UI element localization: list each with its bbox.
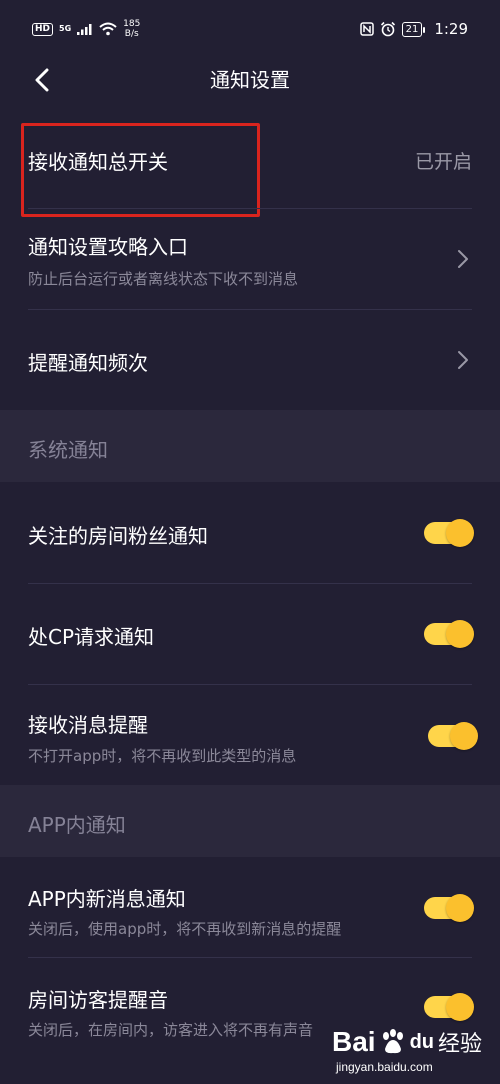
- status-bar: HD 5G 185 B/s 21 1:29: [0, 0, 500, 58]
- clock: 1:29: [434, 20, 468, 38]
- battery-icon: 21: [401, 21, 426, 37]
- baidu-watermark: Bai du 经验 jingyan.baidu.com: [332, 1022, 492, 1078]
- guide-row[interactable]: 通知设置攻略入口 防止后台运行或者离线状态下收不到消息: [0, 209, 500, 309]
- message-remind-toggle[interactable]: [428, 722, 478, 750]
- network-speed-value: 185: [123, 19, 141, 29]
- toggle-knob: [446, 519, 474, 547]
- guide-subtitle: 防止后台运行或者离线状态下收不到消息: [28, 270, 299, 288]
- message-remind-row: 接收消息提醒 不打开app时，将不再收到此类型的消息: [0, 685, 500, 785]
- status-right: 21 1:29: [359, 20, 468, 38]
- watermark-brand-cn: 经验: [438, 1032, 483, 1057]
- network-speed: 185 B/s: [123, 19, 140, 39]
- annotation-highlight-box: [21, 123, 260, 217]
- cp-request-title: 处CP请求通知: [28, 625, 155, 649]
- paw-icon: [378, 1027, 408, 1057]
- watermark-url: jingyan.baidu.com: [336, 1060, 433, 1074]
- status-left: HD 5G 185 B/s: [32, 19, 140, 39]
- hd-badge: HD: [32, 22, 54, 36]
- section-header-system: 系统通知: [0, 410, 500, 482]
- new-message-toggle[interactable]: [424, 894, 474, 922]
- nav-bar: 通知设置: [0, 58, 500, 102]
- new-message-title: APP内新消息通知: [28, 887, 186, 911]
- message-remind-title: 接收消息提醒: [28, 713, 148, 737]
- cp-request-toggle[interactable]: [424, 620, 474, 648]
- toggle-knob: [446, 993, 474, 1021]
- nfc-icon: [359, 22, 374, 36]
- wifi-icon: [99, 22, 117, 36]
- new-message-subtitle: 关闭后，使用app时，将不再收到新消息的提醒: [28, 920, 342, 938]
- toggle-knob: [446, 620, 474, 648]
- visitor-sound-subtitle: 关闭后，在房间内，访客进入将不再有声音: [28, 1021, 314, 1039]
- page-title: 通知设置: [210, 68, 290, 92]
- new-message-row: APP内新消息通知 关闭后，使用app时，将不再收到新消息的提醒: [0, 857, 500, 957]
- frequency-title: 提醒通知频次: [28, 351, 148, 375]
- section-label-system: 系统通知: [28, 438, 108, 462]
- alarm-icon: [380, 21, 395, 37]
- watermark-brand-b: du: [409, 1030, 435, 1053]
- frequency-row[interactable]: 提醒通知频次: [0, 310, 500, 410]
- fans-notify-title: 关注的房间粉丝通知: [28, 524, 208, 548]
- watermark-brand: Bai du 经验: [332, 1026, 482, 1058]
- network-speed-unit: B/s: [124, 29, 139, 39]
- fans-notify-row: 关注的房间粉丝通知: [0, 482, 500, 583]
- toggle-knob: [446, 894, 474, 922]
- visitor-sound-toggle[interactable]: [424, 993, 474, 1021]
- section-label-in-app: APP内通知: [28, 813, 126, 837]
- guide-title: 通知设置攻略入口: [28, 235, 188, 259]
- toggle-knob: [450, 722, 478, 750]
- watermark-brand-a: Bai: [332, 1026, 376, 1057]
- chevron-right-icon: [458, 351, 468, 369]
- network-type: 5G: [59, 24, 72, 33]
- message-remind-subtitle: 不打开app时，将不再收到此类型的消息: [28, 747, 297, 765]
- master-switch-status: 已开启: [414, 151, 472, 173]
- fans-notify-toggle[interactable]: [424, 519, 474, 547]
- signal-icon: [77, 24, 92, 35]
- chevron-right-icon: [458, 250, 468, 268]
- section-header-in-app: APP内通知: [0, 785, 500, 857]
- cp-request-row: 处CP请求通知: [0, 584, 500, 684]
- visitor-sound-title: 房间访客提醒音: [28, 988, 168, 1012]
